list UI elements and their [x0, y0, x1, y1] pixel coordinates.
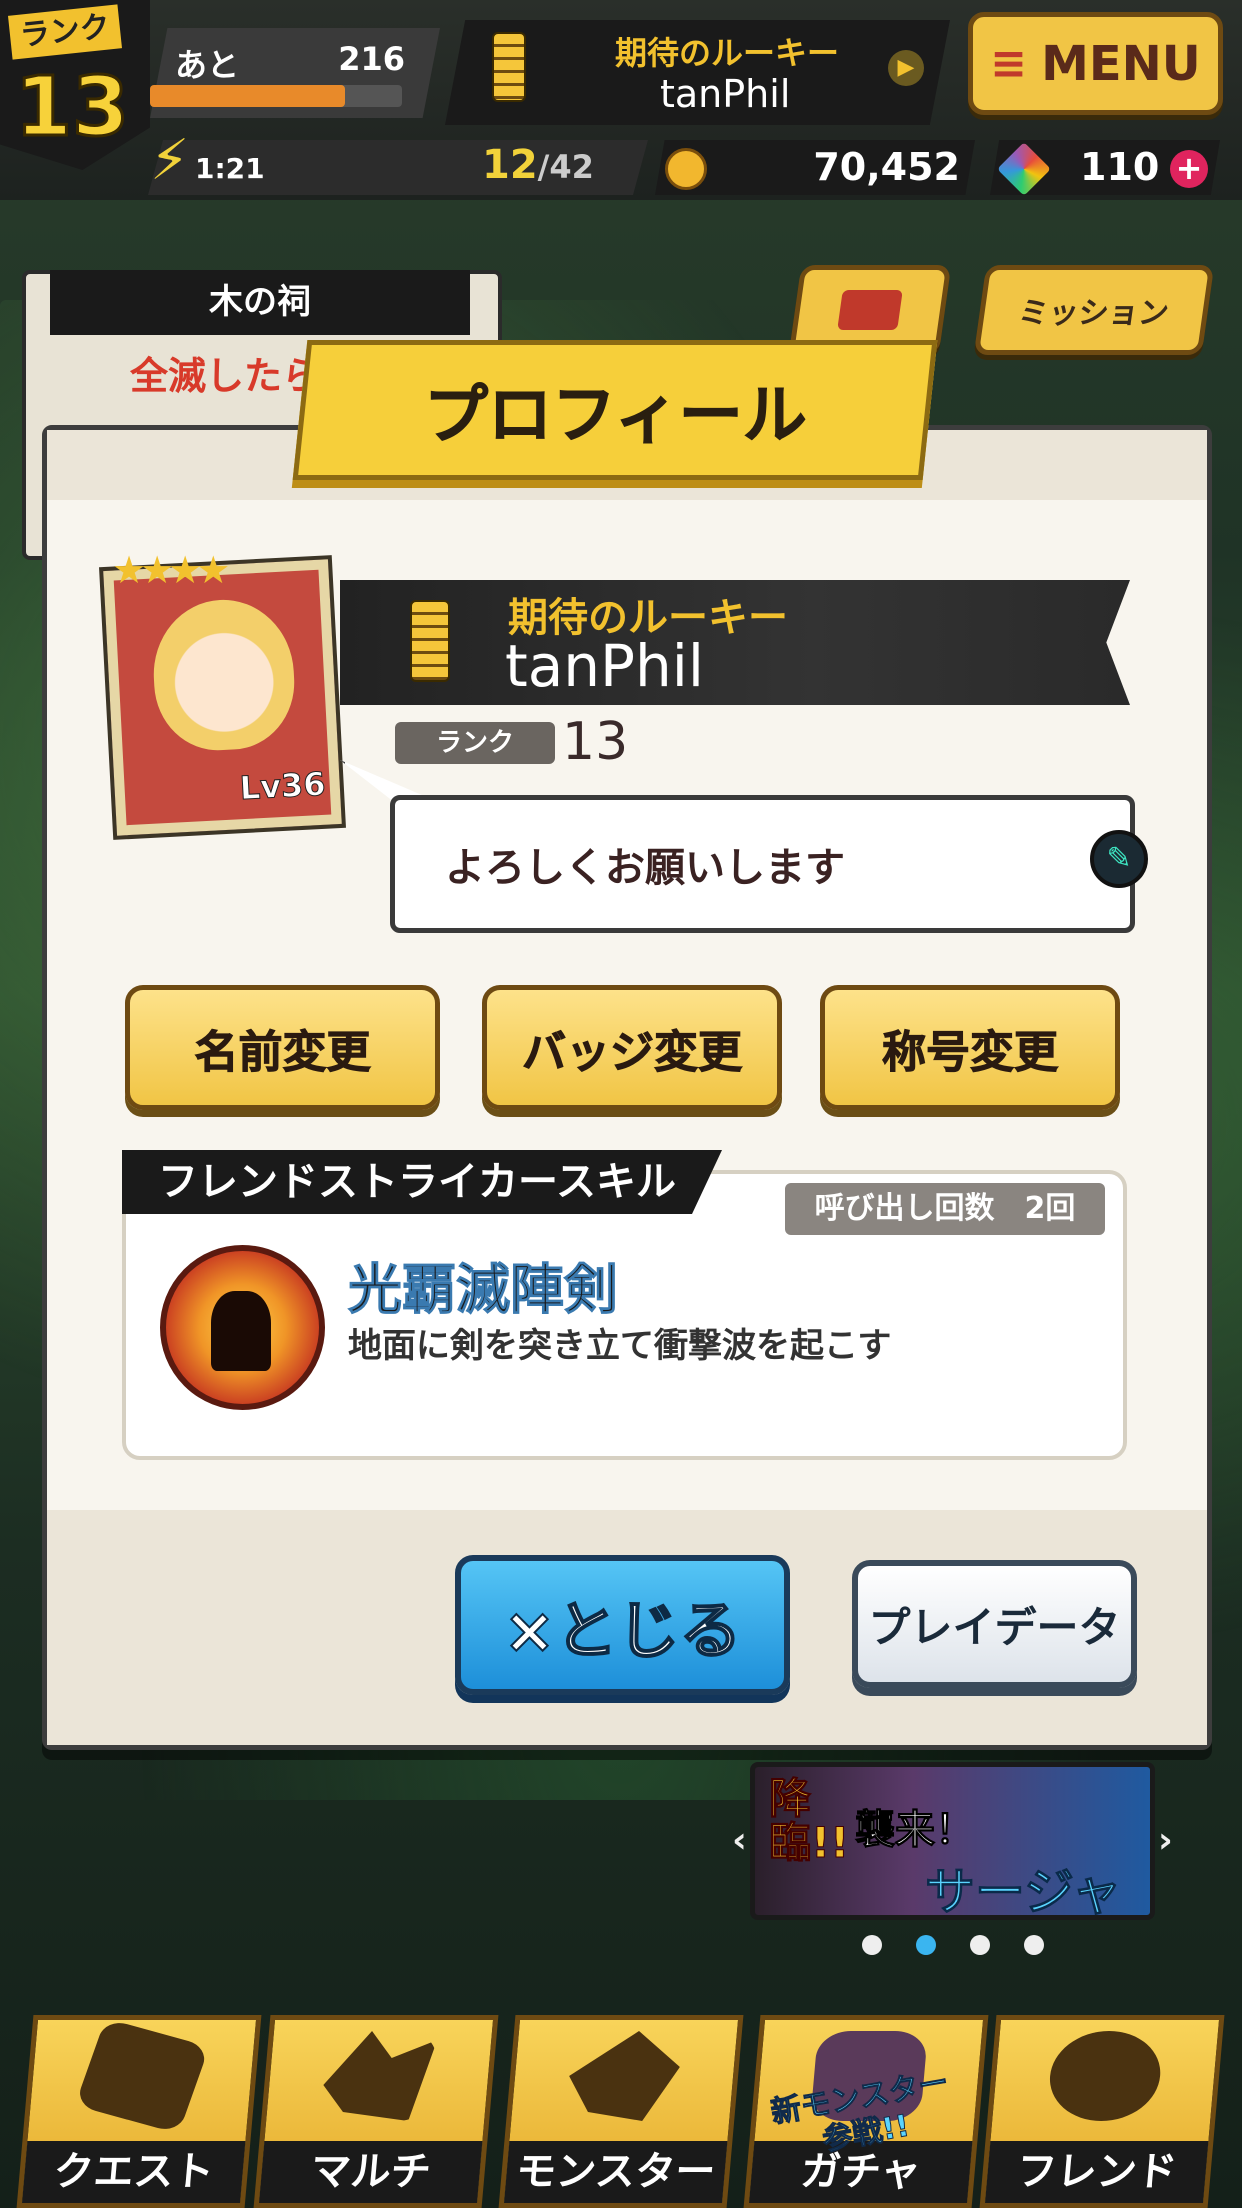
- nav-monster[interactable]: モンスター: [498, 2015, 744, 2208]
- profile-rank-label: ランク: [395, 722, 555, 764]
- skill-description: 地面に剣を突き立て衝撃波を起こす: [348, 1326, 892, 1366]
- xp-remaining: 216: [338, 40, 405, 78]
- dungeon-name: 木の祠: [50, 270, 470, 335]
- event-banner[interactable]: 降臨!! 襲来！ サージャ: [750, 1762, 1155, 1922]
- edit-message-icon[interactable]: ✎: [1090, 830, 1148, 888]
- header-player-name: tanPhil: [660, 72, 791, 116]
- quest-icon: [74, 2018, 210, 2134]
- rarity-stars: ★★★★: [112, 548, 230, 592]
- profile-player-name: tanPhil: [505, 632, 705, 700]
- profile-badge-icon: [410, 600, 450, 682]
- modal-title-ribbon: プロフィール: [292, 340, 938, 480]
- friend-icon: [1046, 2031, 1165, 2121]
- dungeon-note: 全滅したら: [130, 354, 321, 398]
- play-arrow-icon[interactable]: ▶: [888, 50, 924, 86]
- nav-friend-label: フレンド: [984, 2141, 1209, 2203]
- nav-quest-label: クエスト: [21, 2141, 246, 2203]
- xp-label: あと: [175, 46, 240, 84]
- nav-quest[interactable]: クエスト: [16, 2015, 262, 2208]
- gem-count: 110: [1080, 145, 1160, 189]
- monster-portrait[interactable]: Lv36: [98, 555, 347, 840]
- banner-label-raid: 襲来！: [855, 1807, 976, 1854]
- banner-monster-name: サージャ: [925, 1863, 1122, 1922]
- change-badge-button[interactable]: バッジ変更: [482, 985, 782, 1110]
- nav-multi[interactable]: マルチ: [253, 2015, 499, 2208]
- lightning-icon: ⚡: [150, 128, 190, 193]
- banner-dot-active[interactable]: [916, 1935, 936, 1955]
- profile-message: よろしくお願いします: [445, 845, 845, 891]
- skill-icon: [160, 1245, 325, 1410]
- coin-icon: [665, 148, 707, 190]
- profile-rank-value: 13: [562, 712, 629, 772]
- change-name-button[interactable]: 名前変更: [125, 985, 440, 1110]
- nav-monster-label: モンスター: [503, 2141, 728, 2203]
- banner-dot[interactable]: [970, 1935, 990, 1955]
- stamina-max: /42: [537, 148, 594, 186]
- banner-dot[interactable]: [862, 1935, 882, 1955]
- silhouette-icon: [211, 1291, 271, 1371]
- play-data-button[interactable]: プレイデータ: [852, 1560, 1137, 1688]
- menu-button[interactable]: ≡ MENU: [968, 12, 1223, 115]
- monster-face: [149, 596, 298, 754]
- nav-friend[interactable]: フレンド: [979, 2015, 1225, 2208]
- xp-progress-fill: [150, 85, 345, 107]
- stamina-current: 12: [482, 142, 538, 188]
- banner-prev-arrow[interactable]: ‹: [732, 1820, 747, 1861]
- header-player-title: 期待のルーキー: [615, 34, 840, 72]
- call-count: 呼び出し回数 2回: [785, 1183, 1105, 1235]
- add-gem-icon[interactable]: +: [1170, 150, 1208, 188]
- menu-icon: ≡: [990, 38, 1028, 89]
- rank-number: 13: [13, 59, 130, 157]
- multi-icon: [320, 2031, 438, 2121]
- stamina-timer: 1:21: [195, 152, 265, 185]
- skill-header: フレンドストライカースキル: [122, 1150, 722, 1214]
- banner-next-arrow[interactable]: ›: [1158, 1820, 1173, 1861]
- close-button[interactable]: ×とじる: [455, 1555, 790, 1695]
- banner-label-descend: 降臨!!: [769, 1774, 850, 1867]
- xp-text: あと 216: [175, 40, 405, 86]
- map-icon: [837, 290, 903, 330]
- monster-level: Lv36: [238, 764, 327, 808]
- menu-label: MENU: [1041, 35, 1201, 92]
- mission-button[interactable]: ミッション: [973, 265, 1215, 355]
- monster-icon: [565, 2031, 683, 2121]
- banner-dots: [862, 1935, 1044, 1955]
- modal-title: プロフィール: [423, 379, 807, 454]
- mission-label: ミッション: [1016, 296, 1171, 331]
- title-badge-icon: [492, 32, 526, 102]
- nav-multi-label: マルチ: [258, 2141, 483, 2203]
- skill-name: 光覇滅陣剣: [348, 1258, 619, 1322]
- stamina-count: 12/42: [482, 142, 594, 188]
- banner-dot[interactable]: [1024, 1935, 1044, 1955]
- coin-count: 70,452: [813, 145, 960, 189]
- change-title-button[interactable]: 称号変更: [820, 985, 1120, 1110]
